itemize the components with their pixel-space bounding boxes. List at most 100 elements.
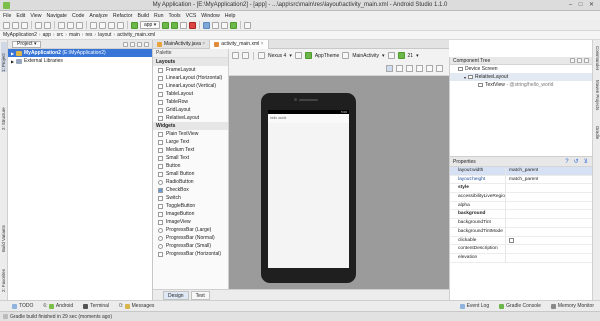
palette-item[interactable]: CheckBox xyxy=(153,186,228,194)
palette-item[interactable]: Button xyxy=(153,162,228,170)
zoom-in-icon[interactable] xyxy=(406,65,413,72)
breadcrumb-item[interactable]: src xyxy=(57,32,64,38)
property-row[interactable]: style xyxy=(450,184,592,194)
menu-window[interactable]: Window xyxy=(201,13,219,19)
run-config-dropdown[interactable]: app ▾ xyxy=(140,21,161,29)
menu-refactor[interactable]: Refactor xyxy=(113,13,133,19)
close-button[interactable]: ✕ xyxy=(587,1,596,9)
palette-item[interactable]: TableRow xyxy=(153,98,228,106)
menu-help[interactable]: Help xyxy=(225,13,236,19)
menu-file[interactable]: File xyxy=(3,13,11,19)
find-icon[interactable] xyxy=(90,21,97,29)
palette-item[interactable]: Large Text xyxy=(153,138,228,146)
tree-item-project-root[interactable]: ▶ MyApplication2 (E:\MyApplication2) xyxy=(8,49,152,57)
menu-run[interactable]: Run xyxy=(154,13,164,19)
palette-item[interactable]: Small Button xyxy=(153,170,228,178)
palette-item[interactable]: ProgressBar (Normal) xyxy=(153,234,228,242)
tree-node-device-screen[interactable]: Device Screen xyxy=(450,65,592,73)
avd-manager-icon[interactable] xyxy=(212,21,220,29)
device-selector[interactable]: Nexus 4 xyxy=(268,53,286,59)
zoom-fit-icon[interactable] xyxy=(386,65,393,72)
property-value[interactable]: match_parent xyxy=(506,167,538,175)
palette-item[interactable]: ToggleButton xyxy=(153,202,228,210)
refresh-icon[interactable] xyxy=(426,65,433,72)
property-row[interactable]: backgroundTintMode xyxy=(450,227,592,237)
breadcrumb-item[interactable]: activity_main.xml xyxy=(117,32,155,38)
locale-icon[interactable] xyxy=(387,52,395,59)
palette-category-widgets[interactable]: Widgets xyxy=(153,122,228,130)
sync-icon[interactable] xyxy=(21,21,28,29)
palette-item[interactable]: ProgressBar (Horizontal) xyxy=(153,250,228,258)
palette-item[interactable]: Medium Text xyxy=(153,146,228,154)
forward-icon[interactable] xyxy=(117,21,124,29)
breadcrumb-item[interactable]: app xyxy=(43,32,51,38)
side-tab-commander[interactable]: Commander xyxy=(594,46,600,76)
menu-code[interactable]: Code xyxy=(72,13,84,19)
help-icon[interactable]: ? xyxy=(565,159,568,165)
zoom-actual-icon[interactable] xyxy=(396,65,403,72)
palette-item[interactable]: Switch xyxy=(153,194,228,202)
theme-selector[interactable]: AppTheme xyxy=(315,53,339,59)
palette-item[interactable]: Plain TextView xyxy=(153,130,228,138)
attach-debugger-icon[interactable] xyxy=(180,21,188,29)
palette-item[interactable]: ImageView xyxy=(153,218,228,226)
tool-android[interactable]: 6: Android xyxy=(43,303,73,309)
tool-messages[interactable]: 0: Messages xyxy=(119,303,154,309)
minimize-button[interactable]: – xyxy=(566,1,575,9)
tree-node-relativelayout[interactable]: ▾ RelativeLayout xyxy=(450,73,592,81)
redo-icon[interactable] xyxy=(44,21,51,29)
side-tab-gradle[interactable]: Gradle xyxy=(594,126,600,148)
palette-item[interactable]: TableLayout xyxy=(153,90,228,98)
settings-icon[interactable] xyxy=(436,65,443,72)
reset-icon[interactable]: ↺ xyxy=(574,158,579,165)
menu-build[interactable]: Build xyxy=(137,13,149,19)
api-level-selector[interactable]: 21 xyxy=(408,53,414,59)
cut-icon[interactable] xyxy=(58,21,65,29)
device-screen[interactable]: 5:00 hello world xyxy=(268,110,349,268)
property-row[interactable]: alpha xyxy=(450,201,592,211)
run-icon[interactable] xyxy=(162,21,170,29)
design-canvas[interactable]: 5:00 hello world xyxy=(229,76,449,289)
undo-icon[interactable] xyxy=(35,21,42,29)
debug-icon[interactable] xyxy=(171,21,179,29)
breadcrumb-item[interactable]: layout xyxy=(98,32,111,38)
menu-view[interactable]: View xyxy=(30,13,41,19)
tool-event-log[interactable]: Event Log xyxy=(459,303,489,309)
side-tab-maven-projects[interactable]: Maven Projects xyxy=(594,80,600,122)
property-row[interactable]: background xyxy=(450,210,592,220)
breadcrumb-item[interactable]: MyApplication2 xyxy=(3,32,37,38)
property-value[interactable]: match_parent xyxy=(506,176,538,184)
sync-gradle-icon[interactable] xyxy=(203,21,211,29)
tool-memory-monitor[interactable]: Memory Monitor xyxy=(550,303,594,309)
maximize-button[interactable]: □ xyxy=(576,1,585,9)
open-icon[interactable] xyxy=(3,21,10,29)
tab-close-icon[interactable]: × xyxy=(202,41,205,47)
help-icon[interactable] xyxy=(244,21,252,29)
orientation-icon[interactable] xyxy=(294,52,302,59)
replace-icon[interactable] xyxy=(99,21,106,29)
tab-text[interactable]: Text xyxy=(190,290,210,300)
palette-category-layouts[interactable]: Layouts xyxy=(153,58,228,66)
scroll-from-source-icon[interactable] xyxy=(123,41,128,47)
expand-arrow-icon[interactable]: ▾ xyxy=(464,75,466,80)
tool-gradle-console[interactable]: Gradle Console xyxy=(499,303,541,309)
settings-icon[interactable] xyxy=(584,58,589,63)
property-row[interactable]: elevation xyxy=(450,253,592,263)
palette-item[interactable]: LinearLayout (Horizontal) xyxy=(153,74,228,82)
collapse-all-icon[interactable] xyxy=(130,41,135,47)
tree-node-textview[interactable]: TextView - @string/hello_world xyxy=(450,81,592,89)
property-row[interactable]: layout:width match_parent xyxy=(450,167,592,176)
palette-item[interactable]: RelativeLayout xyxy=(153,114,228,122)
paste-icon[interactable] xyxy=(76,21,83,29)
palette-item[interactable]: GridLayout xyxy=(153,106,228,114)
palette-item[interactable]: LinearLayout (Vertical) xyxy=(153,82,228,90)
collapse-all-icon[interactable] xyxy=(577,58,582,63)
tab-design[interactable]: Design xyxy=(163,290,189,300)
copy-icon[interactable] xyxy=(67,21,74,29)
breadcrumb-item[interactable]: res xyxy=(85,32,92,38)
property-row[interactable]: clickable xyxy=(450,236,592,246)
activity-selector[interactable]: MainActivity xyxy=(352,53,379,59)
layout-variants-icon[interactable] xyxy=(232,52,239,59)
menu-tools[interactable]: Tools xyxy=(169,13,181,19)
breadcrumb-item[interactable]: main xyxy=(69,32,80,38)
